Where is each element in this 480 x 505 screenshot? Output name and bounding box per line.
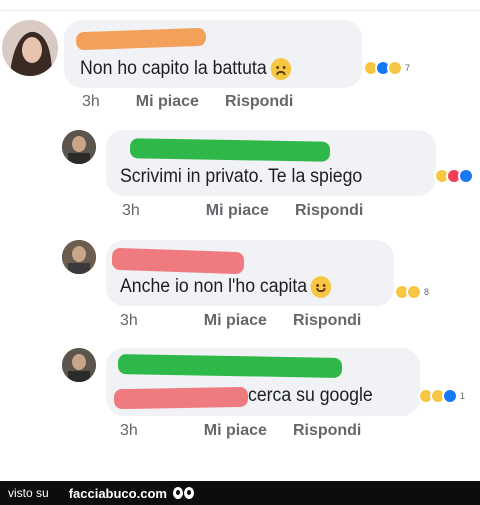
comment-text: cerca su google: [248, 385, 373, 406]
user-photo-icon: [2, 20, 58, 76]
sad-face-icon: [270, 58, 291, 80]
avatar[interactable]: [2, 20, 58, 76]
redacted-name: [111, 247, 245, 275]
like-button[interactable]: Mi piace: [204, 422, 267, 440]
comment-text: Non ho capito la battuta: [80, 58, 291, 80]
top-divider: [0, 10, 480, 11]
comment-actions: 3h Mi piace Rispondi: [122, 202, 363, 220]
like-button[interactable]: Mi piace: [136, 93, 199, 111]
like-button[interactable]: Mi piace: [204, 312, 267, 330]
reply-button[interactable]: Rispondi: [225, 93, 293, 111]
timestamp: 3h: [120, 422, 138, 439]
reactions[interactable]: 7: [363, 60, 410, 76]
reactions[interactable]: 1: [418, 388, 465, 404]
comment-actions: 3h Mi piace Rispondi: [120, 422, 361, 440]
like-reaction-icon: [442, 388, 458, 404]
avatar[interactable]: [62, 130, 96, 164]
user-photo-icon: [62, 130, 96, 164]
avatar[interactable]: [62, 240, 96, 274]
timestamp: 3h: [120, 312, 138, 329]
timestamp: 3h: [82, 93, 100, 110]
reply-button[interactable]: Rispondi: [293, 312, 361, 330]
comment-actions: 3h Mi piace Rispondi: [120, 312, 361, 330]
reaction-count: 8: [424, 287, 430, 297]
user-photo-icon: [62, 240, 96, 274]
reactions[interactable]: 8: [394, 284, 429, 300]
avatar[interactable]: [62, 348, 96, 382]
redacted-name: [129, 138, 331, 162]
comment-actions: 3h Mi piace Rispondi: [82, 93, 293, 111]
reply-button[interactable]: Rispondi: [293, 422, 361, 440]
redacted-text: [113, 386, 249, 410]
like-button[interactable]: Mi piace: [206, 202, 269, 220]
reaction-count: 1: [460, 391, 466, 401]
timestamp: 3h: [122, 202, 140, 219]
haha-reaction-icon: [406, 284, 422, 300]
reaction-count: 7: [405, 63, 411, 73]
eyes-logo-icon: [172, 487, 195, 499]
relieved-face-icon: [310, 276, 332, 298]
watermark-footer: visto su facciabuco.com: [0, 481, 480, 505]
sad-reaction-icon: [387, 60, 403, 76]
comment-text: Anche io non l'ho capita: [120, 276, 332, 298]
redacted-name: [117, 354, 343, 378]
footer-prefix: visto su: [8, 486, 49, 500]
reactions[interactable]: [434, 168, 474, 184]
comment-text: Scrivimi in privato. Te la spiego: [120, 166, 363, 187]
footer-brand[interactable]: facciabuco.com: [69, 486, 167, 501]
user-photo-icon: [62, 348, 96, 382]
like-reaction-icon: [458, 168, 474, 184]
reply-button[interactable]: Rispondi: [295, 202, 363, 220]
